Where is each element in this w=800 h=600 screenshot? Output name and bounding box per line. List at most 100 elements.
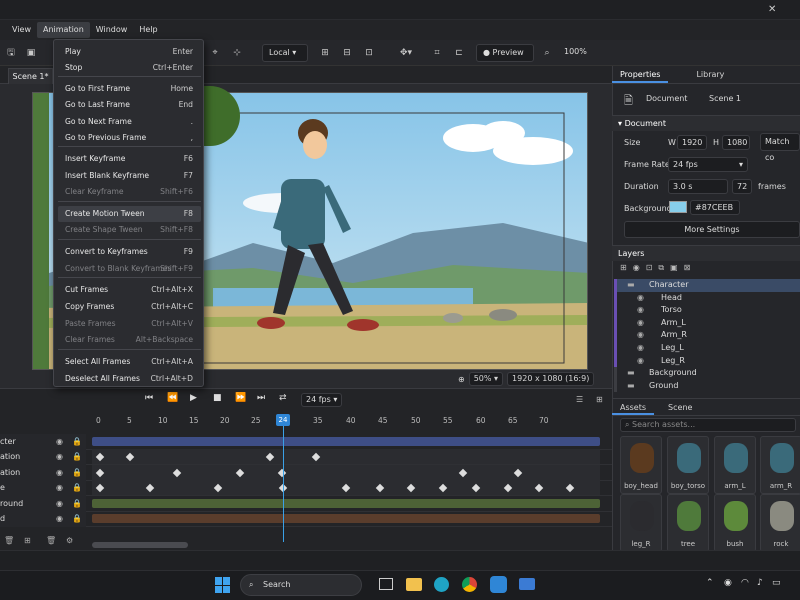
- menu-item-select-all-frames[interactable]: Select All Frames Ctrl+Alt+A: [58, 354, 201, 370]
- trash-icon[interactable]: 🗑: [46, 536, 56, 545]
- zoom-select[interactable]: 100%: [558, 44, 600, 62]
- visibility-icon[interactable]: ◉: [637, 317, 644, 330]
- menu-item-deselect-all-frames[interactable]: Deselect All Frames Ctrl+Alt+D: [58, 371, 201, 387]
- timeline-row[interactable]: ation ◉ 🔒: [0, 465, 612, 481]
- layer-row[interactable]: ◉ Leg_L: [614, 342, 800, 355]
- visibility-icon[interactable]: ◉: [56, 437, 63, 446]
- timeline-row[interactable]: cter ◉ 🔒: [0, 434, 612, 450]
- lock-icon[interactable]: 🔒: [72, 452, 82, 461]
- camera-icon[interactable]: ◉: [724, 578, 732, 588]
- frame-rate-select[interactable]: 24 fps ▾: [668, 157, 748, 172]
- delete-layer-icon[interactable]: 🗑: [4, 536, 14, 545]
- tab-scene[interactable]: Scene: [654, 399, 706, 415]
- last-frame-icon[interactable]: ⏭: [257, 393, 265, 403]
- menu-item-insert-blank-keyframe[interactable]: Insert Blank Keyframe F7: [58, 168, 201, 184]
- chrome-icon[interactable]: [462, 577, 477, 592]
- asset-card[interactable]: boy_head: [620, 436, 662, 494]
- timeline-row[interactable]: round ◉ 🔒: [0, 496, 612, 512]
- frame-track[interactable]: [92, 449, 600, 464]
- frames-input[interactable]: 72: [732, 179, 752, 194]
- taskbar-search[interactable]: ⌕ Search: [240, 574, 362, 596]
- save-icon[interactable]: 🖫: [4, 45, 18, 61]
- snap-icon[interactable]: ✥▾: [396, 45, 416, 61]
- layer-row[interactable]: ◉ Arm_R: [614, 329, 800, 342]
- menu-item-create-motion-tween[interactable]: Create Motion Tween F8: [58, 206, 201, 222]
- loop-icon[interactable]: ⇄: [279, 393, 287, 403]
- space-select[interactable]: Local ▾: [262, 44, 308, 62]
- timeline-row[interactable]: d ◉ 🔒: [0, 511, 612, 527]
- folder-icon[interactable]: ▬: [627, 279, 635, 292]
- timeline-row[interactable]: e ◉ 🔒: [0, 480, 612, 496]
- duplicate-icon[interactable]: ⧉: [658, 263, 670, 272]
- visibility-icon[interactable]: ◉: [56, 452, 63, 461]
- asset-card[interactable]: rock: [760, 494, 800, 552]
- next-frame-icon[interactable]: ⏩: [235, 393, 246, 403]
- close-icon[interactable]: ✕: [768, 4, 776, 15]
- menu-item-cut-frames[interactable]: Cut Frames Ctrl+Alt+X: [58, 282, 201, 298]
- menu-item-stop[interactable]: Stop Ctrl+Enter: [58, 60, 201, 76]
- visibility-icon[interactable]: ◉: [56, 499, 63, 508]
- preview-button[interactable]: ● Preview ▾: [476, 44, 534, 73]
- list-icon[interactable]: ☰: [576, 395, 583, 404]
- tab-properties[interactable]: Properties: [612, 66, 669, 83]
- lock-icon[interactable]: 🔒: [72, 437, 82, 446]
- background-hex-input[interactable]: #87CEEB: [690, 200, 740, 215]
- layer-row[interactable]: ◉ Torso: [614, 304, 800, 317]
- timeline-row[interactable]: ation ◉ 🔒: [0, 449, 612, 465]
- visibility-icon[interactable]: ◉: [637, 304, 644, 317]
- animation-app-icon[interactable]: [490, 576, 507, 593]
- lock-icon[interactable]: ⊡: [646, 263, 659, 272]
- match-contents-button[interactable]: Match co: [760, 133, 800, 162]
- new-layer-icon[interactable]: ⊞: [620, 263, 633, 272]
- lock-icon[interactable]: 🔒: [72, 499, 82, 508]
- folder-icon[interactable]: ▬: [627, 380, 635, 393]
- menu-item-go-previous-frame[interactable]: Go to Previous Frame,: [58, 130, 201, 146]
- prev-frame-icon[interactable]: ⏪: [167, 393, 178, 403]
- volume-icon[interactable]: ♪: [757, 578, 763, 588]
- align-center-icon[interactable]: ⊟: [340, 45, 354, 61]
- tab-scene-1[interactable]: Scene 1*: [8, 68, 53, 84]
- task-view-icon[interactable]: [379, 578, 393, 590]
- layer-row[interactable]: ▬ Ground: [614, 379, 800, 393]
- mail-icon[interactable]: [519, 578, 535, 590]
- frame-track[interactable]: [92, 514, 600, 523]
- lock-icon[interactable]: 🔒: [72, 514, 82, 523]
- visibility-icon[interactable]: ◉: [633, 263, 646, 272]
- mask-icon[interactable]: ▣: [670, 263, 684, 272]
- frame-track[interactable]: [92, 465, 600, 480]
- distribute-icon[interactable]: ⊡: [362, 45, 376, 61]
- menu-item-go-next-frame[interactable]: Go to Next Frame.: [58, 114, 201, 130]
- layer-row[interactable]: ▬ Character: [614, 279, 800, 292]
- tab-library[interactable]: Library: [688, 66, 732, 83]
- file-explorer-icon[interactable]: [406, 578, 422, 591]
- visibility-icon[interactable]: ◉: [56, 514, 63, 523]
- first-frame-icon[interactable]: ⏮: [145, 393, 153, 403]
- group-icon[interactable]: ⊏: [452, 45, 466, 61]
- menu-item-insert-keyframe[interactable]: Insert Keyframe F6: [58, 151, 201, 167]
- asset-card[interactable]: bush: [714, 494, 756, 552]
- zoom-search-icon[interactable]: ⌕: [540, 45, 554, 61]
- asset-search-input[interactable]: ⌕ Search assets...: [620, 418, 796, 432]
- menu-help[interactable]: Help: [133, 22, 163, 38]
- battery-icon[interactable]: ▭: [772, 578, 781, 588]
- canvas-zoom-select[interactable]: 50% ▾: [468, 372, 504, 386]
- menu-window[interactable]: Window: [90, 22, 134, 38]
- properties-icon[interactable]: ⚙: [66, 536, 73, 545]
- playhead[interactable]: [283, 414, 284, 542]
- height-input[interactable]: 1080: [722, 135, 750, 150]
- play-icon[interactable]: ▶: [190, 393, 197, 403]
- lock-icon[interactable]: 🔒: [72, 483, 82, 492]
- asset-card[interactable]: boy_torso: [667, 436, 709, 494]
- timeline-fps-select[interactable]: 24 fps ▾: [301, 393, 343, 407]
- more-settings-button[interactable]: More Settings: [624, 221, 800, 238]
- asset-card[interactable]: arm_L: [714, 436, 756, 494]
- width-input[interactable]: 1920: [677, 135, 707, 150]
- menu-animation[interactable]: Animation: [36, 22, 90, 38]
- document-section-header[interactable]: ▾ Document: [612, 115, 800, 131]
- visibility-icon[interactable]: ◉: [637, 355, 644, 368]
- tab-assets[interactable]: Assets: [612, 399, 655, 415]
- frame-track[interactable]: [92, 499, 600, 508]
- playhead-marker[interactable]: 24: [276, 414, 290, 426]
- menu-item-play[interactable]: Play Enter: [58, 44, 201, 60]
- asset-card[interactable]: tree: [667, 494, 709, 552]
